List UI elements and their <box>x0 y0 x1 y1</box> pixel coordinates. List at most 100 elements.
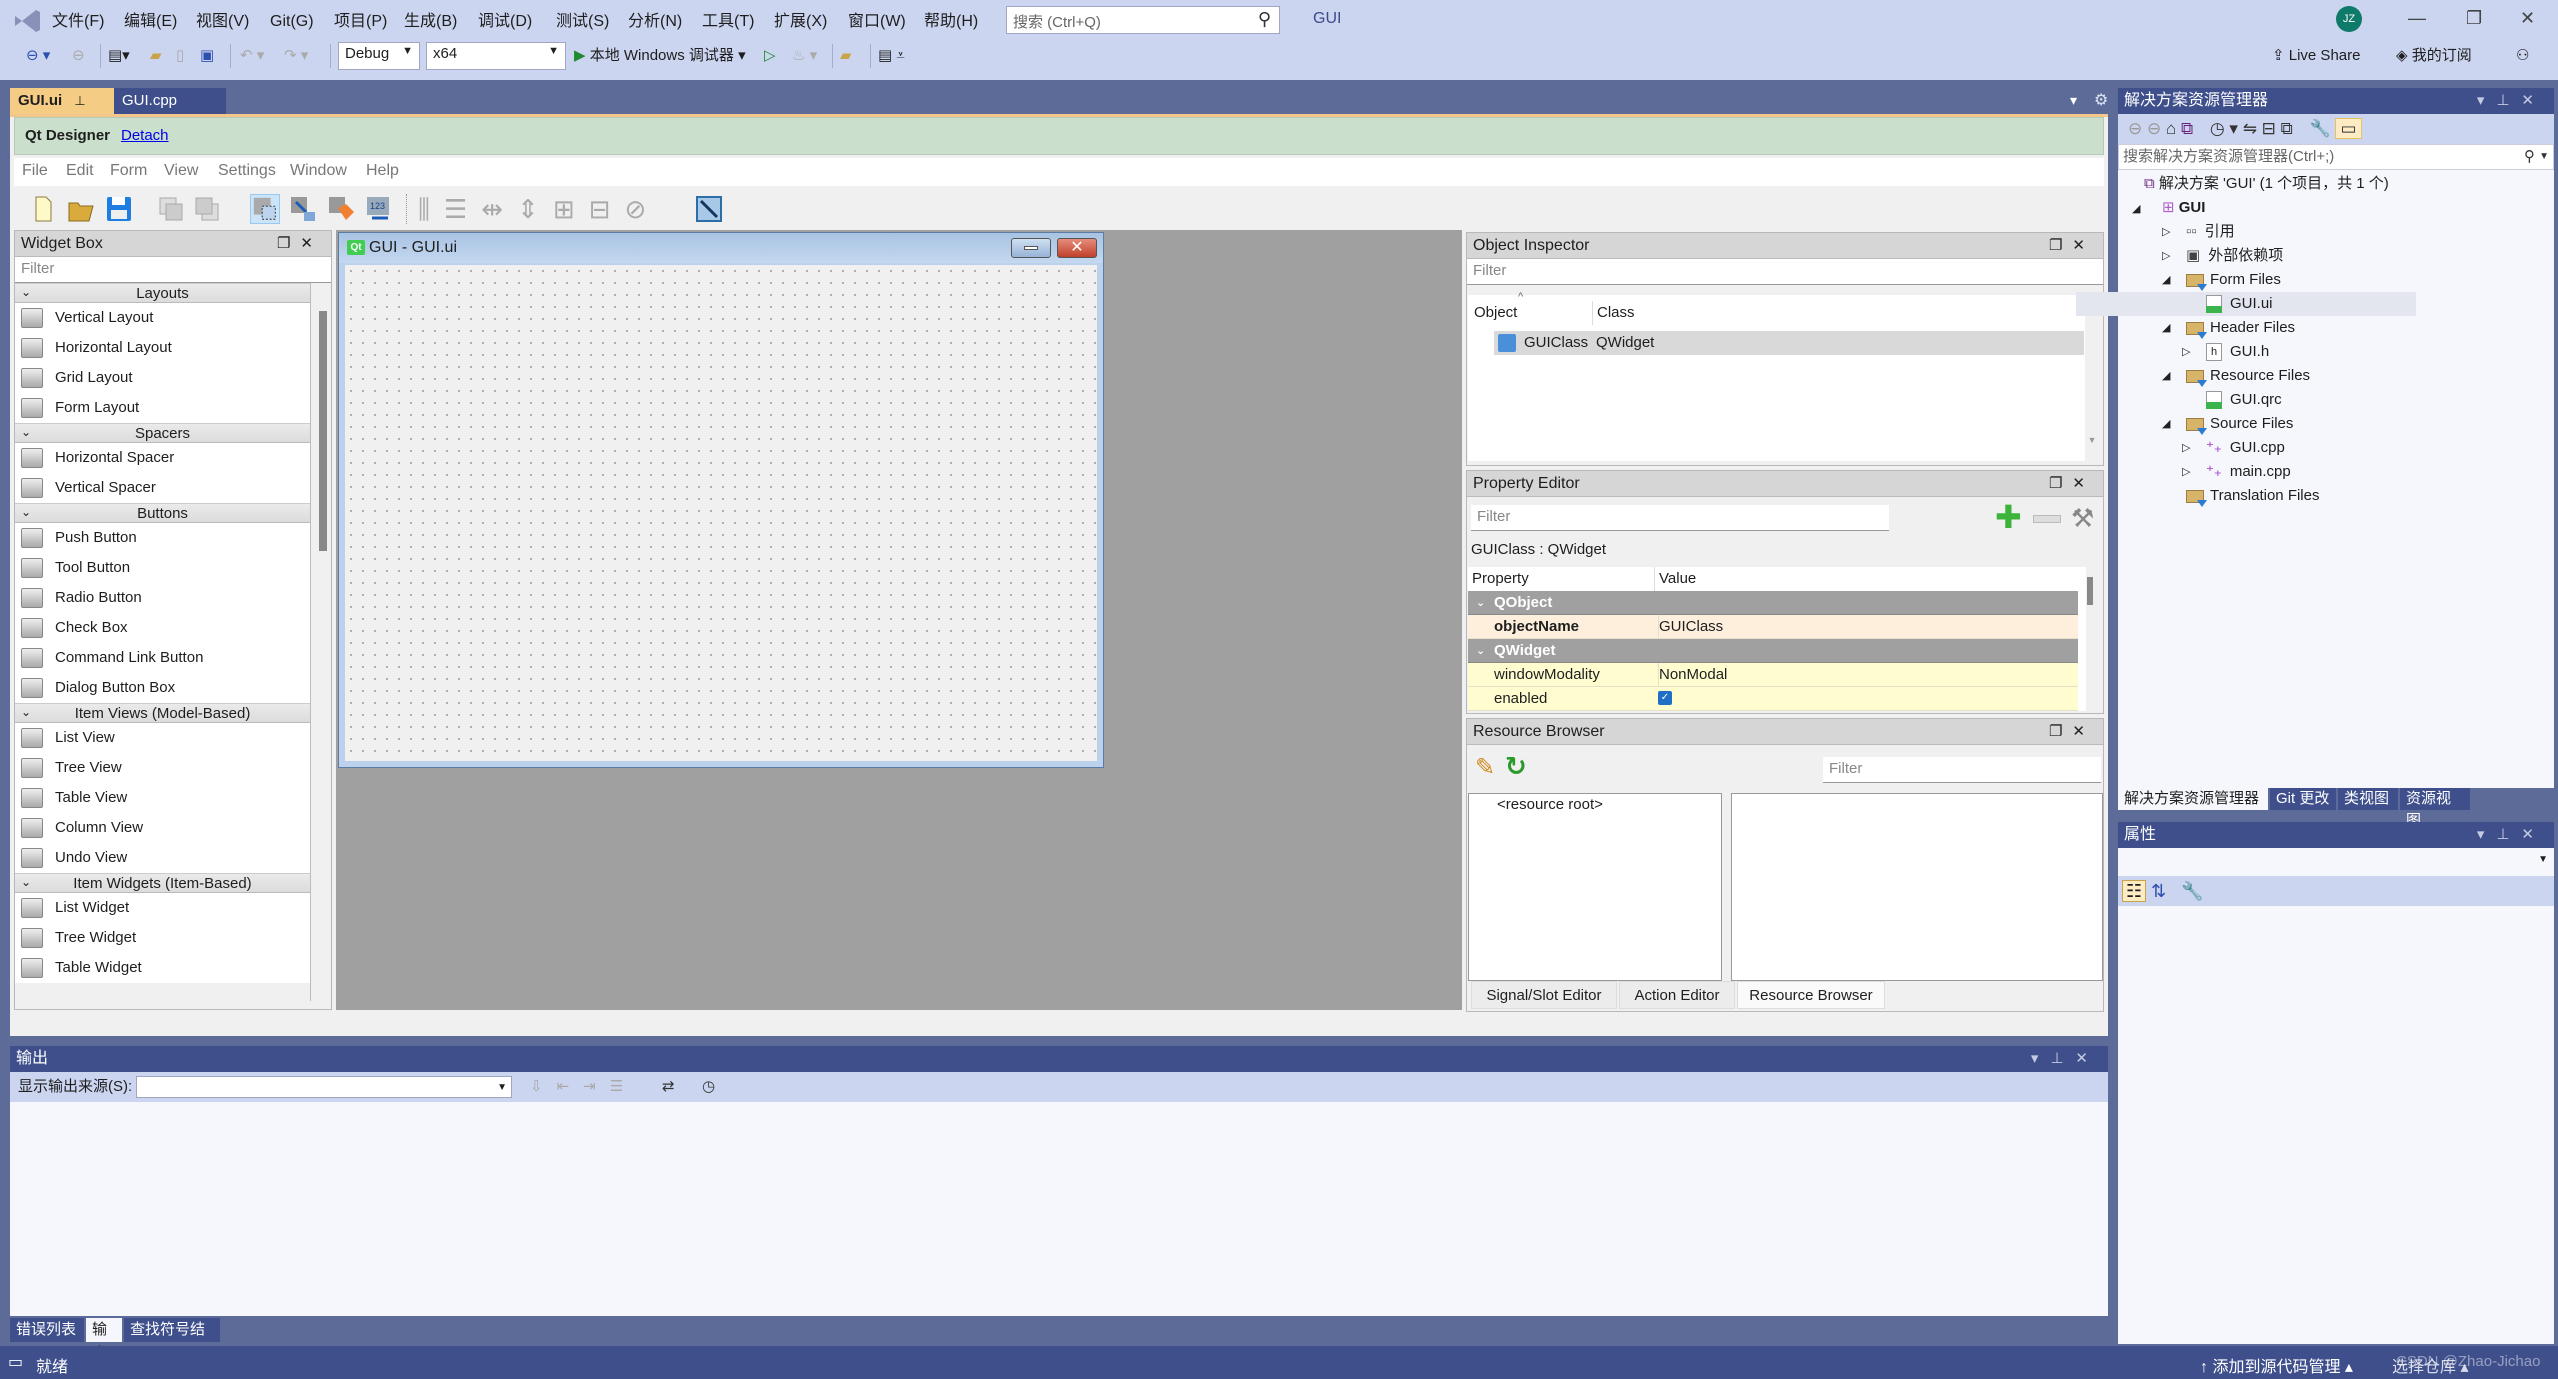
collapse-arrow-icon[interactable]: ▷ <box>2162 249 2170 262</box>
widget-item[interactable]: Horizontal Layout <box>15 333 310 363</box>
widget-item[interactable]: Tree View <box>15 753 310 783</box>
collapse-arrow-icon[interactable]: ▷ <box>2182 465 2190 478</box>
close-icon[interactable]: ✕ <box>300 235 323 252</box>
property-row[interactable]: objectName GUIClass <box>1468 615 2078 639</box>
project-node[interactable]: ⊞ GUI <box>2162 196 2205 220</box>
hot-reload-button[interactable]: ♨ ▾ <box>792 42 817 70</box>
solution-node[interactable]: ⧉ 解决方案 'GUI' (1 个项目，共 1 个) <box>2144 172 2389 196</box>
live-share-button[interactable]: ⇪ Live Share <box>2272 42 2360 70</box>
widget-category[interactable]: ⌄ Item Views (Model-Based) <box>15 703 310 723</box>
widget-item[interactable]: Radio Button <box>15 583 310 613</box>
panel-tab[interactable]: 解决方案资源管理器 <box>2118 788 2268 810</box>
new-form-icon[interactable] <box>28 194 58 224</box>
widget-item[interactable]: Vertical Layout <box>15 303 310 333</box>
edit-signals-slots-icon[interactable] <box>288 194 318 224</box>
preview-selected-items-icon[interactable]: ▭ <box>2335 118 2362 139</box>
home-icon[interactable]: ⌂ <box>2166 119 2176 138</box>
alphabetical-icon[interactable]: ⇅ <box>2151 881 2166 901</box>
subscription-button[interactable]: ◈ 我的订阅 <box>2396 42 2472 70</box>
search-options-dropdown[interactable]: ▼ <box>2539 145 2549 169</box>
avatar[interactable]: JZ <box>2336 6 2362 32</box>
pin-icon[interactable]: ⊥ <box>74 93 85 108</box>
widget-item[interactable]: Table View <box>15 783 310 813</box>
sync-with-document-icon[interactable]: ⇋ <box>2243 119 2257 138</box>
adjust-size-icon[interactable] <box>694 194 724 224</box>
open-file-button[interactable]: ▰ <box>150 42 162 70</box>
close-icon[interactable]: ✕ <box>2072 237 2095 254</box>
expand-arrow-icon[interactable]: ◢ <box>2162 417 2170 430</box>
edit-tab-order-icon[interactable]: 123 <box>364 194 394 224</box>
expand-arrow-icon[interactable]: ◢ <box>2132 202 2140 215</box>
previous-message-icon[interactable]: ⇤ <box>557 1078 584 1095</box>
add-dynamic-property-icon[interactable]: ✚ <box>1995 501 2022 533</box>
reload-icon[interactable]: ↻ <box>1505 751 1527 782</box>
lay-out-horizontal-splitter-icon[interactable]: ⇹ <box>481 194 517 224</box>
dropdown-icon[interactable]: ▾ <box>2477 826 2497 843</box>
widget-item[interactable]: Push Button <box>15 523 310 553</box>
close-icon[interactable]: ✕ <box>2521 826 2546 843</box>
remove-property-icon[interactable] <box>2033 515 2061 523</box>
menu-item[interactable]: 生成(B) <box>404 10 457 34</box>
tree-item[interactable]: Translation Files <box>2186 484 2319 508</box>
tab-gui-cpp[interactable]: GUI.cpp <box>114 88 226 114</box>
column-header-value[interactable]: Value <box>1654 567 1696 591</box>
qt-menu-item[interactable]: Form <box>110 162 147 180</box>
property-row[interactable]: enabled ✓ <box>1468 687 2078 711</box>
start-debugging-button[interactable]: ▶ 本地 Windows 调试器 ▾ <box>574 42 746 70</box>
clear-all-icon[interactable]: ☰ <box>610 1078 637 1095</box>
restore-button[interactable]: ❐ <box>2466 8 2482 29</box>
widget-item[interactable]: Tool Button <box>15 553 310 583</box>
tree-item[interactable]: Resource Files <box>2186 364 2310 388</box>
close-window-button[interactable]: ✕ <box>2520 8 2535 29</box>
expand-arrow-icon[interactable]: ◢ <box>2162 273 2170 286</box>
tree-item[interactable]: GUI.qrc <box>2206 388 2282 412</box>
open-form-icon[interactable] <box>66 194 96 224</box>
widget-category[interactable]: ⌄ Item Widgets (Item-Based) <box>15 873 310 893</box>
detach-link[interactable]: Detach <box>121 127 169 144</box>
pending-changes-filter-icon[interactable]: ◷ ▾ <box>2210 119 2238 138</box>
start-without-debugging-button[interactable]: ▷ <box>764 42 776 70</box>
column-header-object[interactable]: Object <box>1474 301 1517 325</box>
pin-icon[interactable]: ⊥ <box>2496 826 2521 843</box>
qt-menu-item[interactable]: File <box>22 162 48 180</box>
break-layout-icon[interactable]: ⊘ <box>624 194 660 224</box>
tree-item[interactable]: ⁺₊ GUI.cpp <box>2206 436 2285 460</box>
tree-item[interactable]: Header Files <box>2186 316 2295 340</box>
output-text-area[interactable] <box>10 1102 2108 1302</box>
collapse-arrow-icon[interactable]: ▷ <box>2182 345 2190 358</box>
resource-filter-input[interactable]: Filter <box>1823 757 2101 783</box>
tree-item[interactable]: Form Files <box>2186 268 2281 292</box>
object-filter-input[interactable]: Filter <box>1467 259 2103 285</box>
property-row[interactable]: windowModality NonModal <box>1468 663 2078 687</box>
show-all-files-icon[interactable]: ⧉ <box>2281 119 2293 138</box>
float-icon[interactable]: ❐ <box>2049 237 2072 254</box>
lay-out-vertically-icon[interactable]: ☰ <box>444 194 481 224</box>
back-icon[interactable]: ⊖ <box>2128 119 2142 138</box>
edit-resources-pencil-icon[interactable]: ✎ <box>1475 753 1495 782</box>
expand-arrow-icon[interactable]: ◢ <box>2162 369 2170 382</box>
panel-tab[interactable]: 资源视图 <box>2400 788 2470 829</box>
output-tab[interactable]: 输出 <box>86 1318 122 1362</box>
word-wrap-icon[interactable]: ⇄ <box>662 1072 675 1102</box>
widget-item[interactable]: Table Widget <box>15 953 310 983</box>
widget-item[interactable]: Horizontal Spacer <box>15 443 310 473</box>
property-group-row[interactable]: ⌄ QObject <box>1468 591 2078 615</box>
widget-item[interactable]: Column View <box>15 813 310 843</box>
menu-item[interactable]: 测试(S) <box>556 10 609 34</box>
dock-tab[interactable]: Action Editor <box>1619 981 1735 1009</box>
menu-item[interactable]: Git(G) <box>270 10 314 34</box>
panel-tab[interactable]: 类视图 <box>2338 788 2398 810</box>
float-icon[interactable]: ❐ <box>277 235 300 252</box>
menu-item[interactable]: 扩展(X) <box>774 10 827 34</box>
property-value[interactable]: NonModal <box>1658 663 1727 687</box>
timestamp-icon[interactable]: ◷ <box>702 1072 715 1102</box>
expand-icon[interactable]: ⌄ <box>1476 591 1485 615</box>
widget-item[interactable]: Vertical Spacer <box>15 473 310 503</box>
form-minimize-button[interactable] <box>1011 238 1051 258</box>
save-all-button[interactable]: ▣ <box>200 42 214 70</box>
widget-item[interactable]: Tree Widget <box>15 923 310 953</box>
send-backward-icon[interactable] <box>156 194 186 224</box>
lay-out-grid-icon[interactable]: ⊞ <box>553 194 589 224</box>
expand-arrow-icon[interactable]: ◢ <box>2162 321 2170 334</box>
close-icon[interactable]: ✕ <box>2072 475 2095 492</box>
